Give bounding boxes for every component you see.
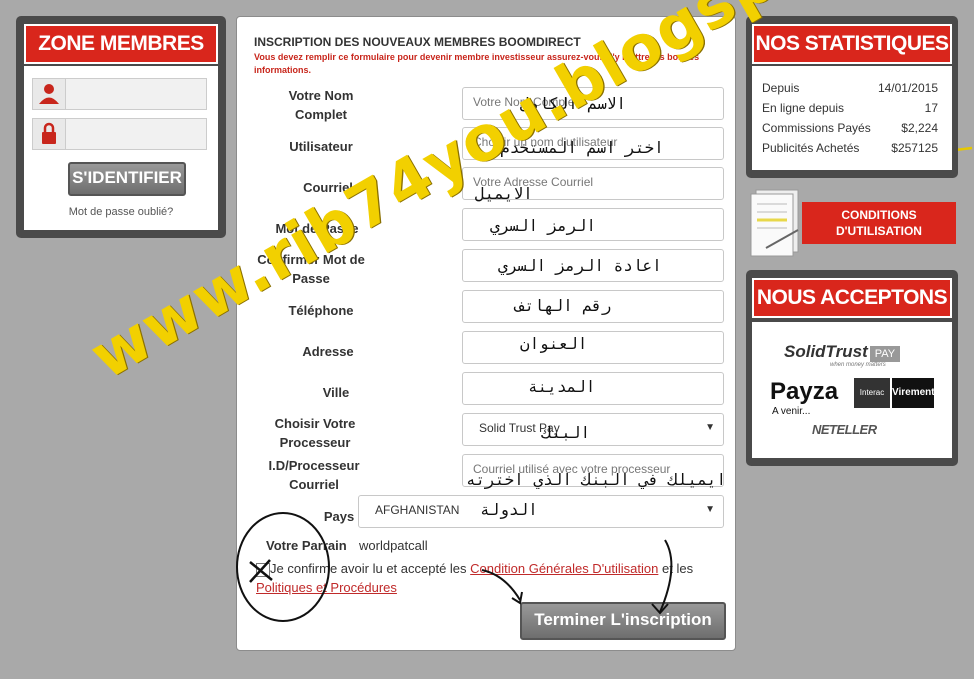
conditions-line2: D'UTILISATION [836, 224, 922, 238]
interac-logo: Interac [854, 378, 890, 408]
virement-logo: Virement [892, 378, 935, 408]
conditions-line1: CONDITIONS [841, 208, 917, 222]
accept-panel: NOUS ACCEPTONS SolidTrust PAY when money … [746, 270, 958, 466]
stats-panel: NOS STATISTIQUES Depuis 14/01/2015 En lig… [746, 16, 958, 178]
stat-since: Depuis 14/01/2015 [762, 81, 938, 95]
stat-ads: Publicités Achetés $257125 [762, 141, 938, 155]
accept-title: NOUS ACCEPTONS [752, 278, 952, 318]
neteller-logo: NETELLER [812, 422, 877, 437]
conditions-document-icon [748, 186, 804, 258]
stat-online: En ligne depuis 17 [762, 101, 938, 115]
payza-logo: Payza [770, 378, 839, 405]
stat-commissions: Commissions Payés $2,224 [762, 121, 938, 135]
solidtrust-logo: SolidTrust PAY when money matters [784, 342, 901, 368]
payza-coming-soon: A venir... [772, 406, 811, 417]
stats-body: Depuis 14/01/2015 En ligne depuis 17 Commi… [752, 66, 952, 170]
accept-body: SolidTrust PAY when money matters Payza A… [752, 322, 952, 458]
stats-title: NOS STATISTIQUES [752, 24, 952, 64]
conditions-button[interactable]: CONDITIONS D'UTILISATION [802, 202, 956, 244]
